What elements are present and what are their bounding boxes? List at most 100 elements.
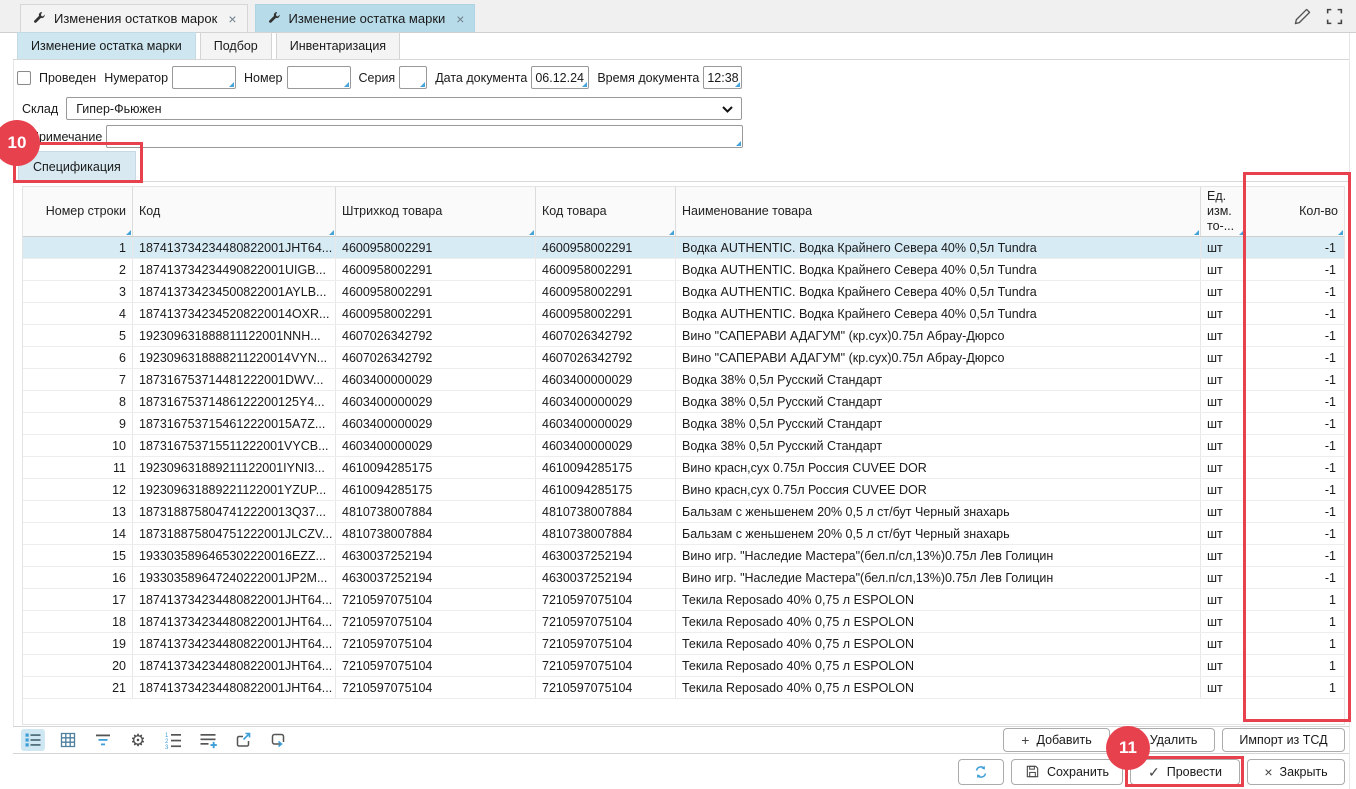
warehouse-select[interactable]: Гипер-Фьюжен <box>66 97 742 120</box>
table-row[interactable]: 17187413734234480822001JHT64...721059707… <box>23 589 1344 611</box>
warehouse-value: Гипер-Фьюжен <box>76 102 161 116</box>
table-cell: 193303589647240222001JP2M... <box>133 567 336 588</box>
add-button[interactable]: +Добавить <box>1003 728 1110 752</box>
table-row[interactable]: 21187413734234480822001JHT64...721059707… <box>23 677 1344 699</box>
table-row[interactable]: 2187413734234490822001UIGB...46009580022… <box>23 259 1344 281</box>
table-row[interactable]: 151933035896465302220016EZZ...4630037252… <box>23 545 1344 567</box>
table-cell: 4603400000029 <box>336 435 536 456</box>
table-row[interactable]: 41874137342345208220014OXR...46009580022… <box>23 303 1344 325</box>
close-button[interactable]: ×Закрыть <box>1247 759 1345 785</box>
table-cell: 4810738007884 <box>536 501 676 522</box>
column-header-barcode[interactable]: Штрихкод товара <box>336 187 536 236</box>
delete-button[interactable]: −Удалить <box>1117 728 1215 752</box>
window-tab-label: Изменение остатка марки <box>289 11 446 26</box>
table-cell: 4607026342792 <box>336 325 536 346</box>
import-tsd-button[interactable]: Импорт из ТСД <box>1222 728 1345 752</box>
app-window: Изменения остатков марок × Изменение ост… <box>0 0 1356 789</box>
table-cell: 4610094285175 <box>536 457 676 478</box>
grid-view-icon[interactable] <box>56 729 80 751</box>
numbered-list-icon[interactable]: 123 <box>161 729 185 751</box>
column-header-quantity[interactable]: Кол-во <box>1246 187 1344 236</box>
window-tab-mark-change[interactable]: Изменение остатка марки × <box>255 4 476 32</box>
posted-label: Проведен <box>39 71 96 85</box>
table-cell: 1873188758047412220013Q37... <box>133 501 336 522</box>
table-cell: 1 <box>23 237 133 258</box>
table-cell: 192309631889211122001IYNI3... <box>133 457 336 478</box>
series-label: Серия <box>359 71 396 85</box>
table-cell: -1 <box>1246 479 1344 500</box>
table-row[interactable]: 7187316753714481222001DWV...460340000002… <box>23 369 1344 391</box>
column-header-item-code[interactable]: Код товара <box>536 187 676 236</box>
table-cell: 20 <box>23 655 133 676</box>
table-cell: 187413734234480822001JHT64... <box>133 655 336 676</box>
table-cell: Водка 38% 0,5л Русский Стандарт <box>676 369 1201 390</box>
column-header-unit[interactable]: Ед. изм. то-... <box>1201 187 1246 236</box>
table-cell: -1 <box>1246 457 1344 478</box>
table-cell: 4600958002291 <box>336 237 536 258</box>
filter-icon[interactable] <box>91 729 115 751</box>
table-row[interactable]: 14187318875804751222001JLCZV...481073800… <box>23 523 1344 545</box>
table-cell: -1 <box>1246 303 1344 324</box>
tab-specification[interactable]: Спецификация <box>18 151 136 181</box>
table-row[interactable]: 5192309631888811122001NNH...460702634279… <box>23 325 1344 347</box>
tab-podbor[interactable]: Подбор <box>200 32 272 59</box>
table-row[interactable]: 61923096318888211220014VYN...46070263427… <box>23 347 1344 369</box>
append-rows-icon[interactable] <box>196 729 220 751</box>
table-row[interactable]: 12192309631889221122001YZUP...4610094285… <box>23 479 1344 501</box>
wrench-icon <box>268 11 281 27</box>
table-cell: -1 <box>1246 545 1344 566</box>
table-cell: шт <box>1201 633 1246 654</box>
tab-mark-change[interactable]: Изменение остатка марки <box>17 32 196 59</box>
top-action-icons <box>1293 7 1344 26</box>
table-cell: шт <box>1201 589 1246 610</box>
save-button[interactable]: Сохранить <box>1011 759 1123 785</box>
table-row[interactable]: 19187413734234480822001JHT64...721059707… <box>23 633 1344 655</box>
table-row[interactable]: 1187413734234480822001JHT64...4600958002… <box>23 237 1344 259</box>
table-cell: Вино игр. "Наследие Мастера"(бел.п/сл,13… <box>676 545 1201 566</box>
warehouse-row: Склад Гипер-Фьюжен <box>22 97 742 120</box>
table-cell: Текила Reposado 40% 0,75 л ESPOLON <box>676 589 1201 610</box>
table-cell: 4630037252194 <box>536 545 676 566</box>
number-label: Номер <box>244 71 282 85</box>
column-header-code[interactable]: Код <box>133 187 336 236</box>
table-row[interactable]: 11192309631889211122001IYNI3...461009428… <box>23 457 1344 479</box>
note-input[interactable] <box>110 130 739 144</box>
table-row[interactable]: 10187316753715511222001VYCB...4603400000… <box>23 435 1344 457</box>
table-row[interactable]: 3187413734234500822001AYLB...46009580022… <box>23 281 1344 303</box>
settings-gear-icon[interactable]: ⚙ <box>126 729 150 751</box>
table-cell: шт <box>1201 567 1246 588</box>
chevron-down-icon <box>722 106 733 113</box>
open-in-window-icon[interactable] <box>231 729 255 751</box>
table-row[interactable]: 20187413734234480822001JHT64...721059707… <box>23 655 1344 677</box>
table-cell: 4630037252194 <box>336 567 536 588</box>
table-cell: -1 <box>1246 369 1344 390</box>
table-cell: 7210597075104 <box>336 655 536 676</box>
table-cell: Водка AUTHENTIC. Водка Крайнего Севера 4… <box>676 303 1201 324</box>
numerator-input[interactable] <box>176 71 232 85</box>
column-header-item-name[interactable]: Наименование товара <box>676 187 1201 236</box>
table-cell: 4603400000029 <box>336 391 536 412</box>
close-tab-icon[interactable]: × <box>228 12 236 26</box>
column-header-row-number[interactable]: Номер строки <box>23 187 133 236</box>
table-row[interactable]: 818731675371486122200125Y4...46034000000… <box>23 391 1344 413</box>
table-cell: 4810738007884 <box>336 523 536 544</box>
table-cell: 4810738007884 <box>536 523 676 544</box>
number-input[interactable] <box>291 71 347 85</box>
pencil-icon[interactable] <box>1293 7 1312 26</box>
reload-icon[interactable] <box>266 729 290 751</box>
posted-checkbox[interactable] <box>17 71 31 85</box>
doc-time-input[interactable] <box>707 71 738 85</box>
table-row[interactable]: 18187413734234480822001JHT64...721059707… <box>23 611 1344 633</box>
post-button[interactable]: ✓Провести <box>1130 759 1240 785</box>
close-tab-icon[interactable]: × <box>456 12 464 26</box>
doc-date-input[interactable] <box>535 71 585 85</box>
window-tab-marks-list[interactable]: Изменения остатков марок × <box>20 4 248 32</box>
tab-inventory[interactable]: Инвентаризация <box>276 32 400 59</box>
refresh-button[interactable] <box>958 759 1004 785</box>
x-icon: × <box>1264 765 1272 779</box>
list-view-icon[interactable] <box>21 729 45 751</box>
fullscreen-icon[interactable] <box>1325 7 1344 26</box>
table-row[interactable]: 131873188758047412220013Q37...4810738007… <box>23 501 1344 523</box>
table-row[interactable]: 16193303589647240222001JP2M...4630037252… <box>23 567 1344 589</box>
table-row[interactable]: 91873167537154612220015A7Z...46034000000… <box>23 413 1344 435</box>
